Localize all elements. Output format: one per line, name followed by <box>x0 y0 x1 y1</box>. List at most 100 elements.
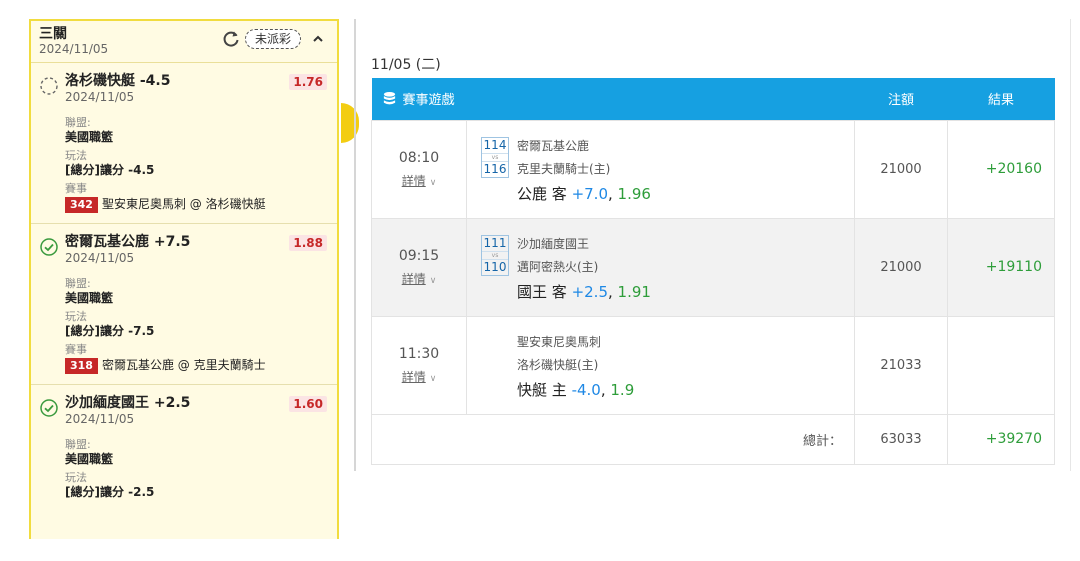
league-value: 美國職籃 <box>65 130 114 144</box>
check-circle-icon <box>40 238 58 256</box>
away-team: 沙加緬度國王 <box>517 236 590 251</box>
panel-toggle-tab[interactable] <box>341 103 359 143</box>
play-value: [總分]讓分 -4.5 <box>65 163 155 177</box>
event-id-badge: 342 <box>65 197 98 213</box>
bet-title: 密爾瓦基公鹿 +7.5 <box>65 234 191 250</box>
pick-handicap: +2.5 <box>571 282 608 301</box>
bet-history-table: 賽事遊戲 注額 結果 08:10 詳情 ∨ 114 vs 116 密爾瓦基公鹿 克… <box>371 78 1055 465</box>
match-cell: 111 vs 110 沙加緬度國王 邁阿密熱火(主) 國王 客 +2.5, 1.… <box>466 217 855 317</box>
league-value: 美國職籃 <box>65 291 114 305</box>
away-team: 密爾瓦基公鹿 <box>517 138 590 153</box>
play-label: 玩法 <box>65 149 87 162</box>
table-row: 08:10 詳情 ∨ 114 vs 116 密爾瓦基公鹿 克里夫蘭騎士(主) 公鹿… <box>371 119 1055 219</box>
bet-odds: 1.60 <box>289 396 327 412</box>
result-cell <box>947 315 1055 415</box>
league-label: 聯盟: <box>65 438 91 451</box>
event-name: 密爾瓦基公鹿 @ 克里夫蘭騎士 <box>101 358 266 372</box>
parlay-slip-panel: 三關 2024/11/05 未派彩 1.76 洛杉磯快艇 -4.5 2024/1… <box>29 19 339 539</box>
home-id: 116 <box>483 162 507 176</box>
day-label: 11/05 (二) <box>371 57 441 73</box>
total-result: +39270 <box>947 413 1055 465</box>
time-cell: 11:30 詳情 ∨ <box>371 315 467 415</box>
chevron-up-icon[interactable] <box>309 30 327 48</box>
detail-link[interactable]: 詳情 ∨ <box>402 172 437 189</box>
time-cell: 08:10 詳情 ∨ <box>371 119 467 219</box>
amount-cell: 21000 <box>854 119 948 219</box>
chevron-down-icon: ∨ <box>429 275 437 286</box>
match-cell: 114 vs 116 密爾瓦基公鹿 克里夫蘭騎士(主) 公鹿 客 +7.0, 1… <box>466 119 855 219</box>
team-id-box: 114 vs 116 <box>481 137 509 178</box>
detail-link[interactable]: 詳情 ∨ <box>402 270 437 287</box>
result-cell: +20160 <box>947 119 1055 219</box>
pick-team: 國王 客 <box>517 282 567 301</box>
bet-title: 沙加緬度國王 +2.5 <box>65 395 191 411</box>
table-row: 11:30 詳情 ∨ 聖安東尼奧馬刺 洛杉磯快艇(主) 快艇 主 -4.0, 1.… <box>371 315 1055 415</box>
database-icon <box>383 92 395 105</box>
right-divider <box>1070 19 1071 471</box>
header-amount: 注額 <box>854 78 948 120</box>
chevron-down-icon: ∨ <box>429 373 437 384</box>
total-amount: 63033 <box>854 413 948 465</box>
table-header: 賽事遊戲 注額 結果 <box>371 78 1055 120</box>
total-row: 總計： 63033 +39270 <box>371 413 1055 465</box>
play-value: [總分]讓分 -2.5 <box>65 485 155 499</box>
event-line: 342 聖安東尼奧馬刺 @ 洛杉磯快艇 <box>65 196 327 213</box>
match-cell: 聖安東尼奧馬刺 洛杉磯快艇(主) 快艇 主 -4.0, 1.9 <box>466 315 855 415</box>
play-value: [總分]讓分 -7.5 <box>65 324 155 338</box>
event-line: 318 密爾瓦基公鹿 @ 克里夫蘭騎士 <box>65 357 327 374</box>
detail-link[interactable]: 詳情 ∨ <box>402 368 437 385</box>
panel-divider <box>354 19 356 471</box>
team-id-box: 111 vs 110 <box>481 235 509 276</box>
pick-handicap: -4.0 <box>571 380 601 399</box>
pick-line: 公鹿 客 +7.0, 1.96 <box>517 184 651 203</box>
pick-handicap: +7.0 <box>571 184 608 203</box>
chevron-down-icon: ∨ <box>429 177 437 188</box>
league-label: 聯盟: <box>65 277 91 290</box>
amount-cell: 21033 <box>854 315 948 415</box>
home-id: 110 <box>483 260 507 274</box>
header-game: 賽事遊戲 <box>371 78 855 120</box>
time-cell: 09:15 詳情 ∨ <box>371 217 467 317</box>
header-game-label: 賽事遊戲 <box>402 93 455 109</box>
home-team: 邁阿密熱火(主) <box>517 259 599 274</box>
play-label: 玩法 <box>65 471 87 484</box>
game-time: 09:15 <box>398 247 440 264</box>
pick-line: 國王 客 +2.5, 1.91 <box>517 282 651 301</box>
bet-item: 1.88 密爾瓦基公鹿 +7.5 2024/11/05 聯盟: 美國職籃 玩法 … <box>31 224 337 385</box>
bet-item: 1.60 沙加緬度國王 +2.5 2024/11/05 聯盟: 美國職籃 玩法 … <box>31 385 337 509</box>
amount-cell: 21000 <box>854 217 948 317</box>
bet-date: 2024/11/05 <box>65 251 135 265</box>
pending-circle-icon <box>40 77 58 95</box>
game-time: 08:10 <box>398 149 440 166</box>
check-circle-icon <box>40 399 58 417</box>
home-team: 洛杉磯快艇(主) <box>517 357 599 372</box>
bet-odds: 1.88 <box>289 235 327 251</box>
slip-header: 三關 2024/11/05 未派彩 <box>31 21 337 63</box>
bet-title: 洛杉磯快艇 -4.5 <box>65 73 171 89</box>
away-team: 聖安東尼奧馬刺 <box>517 334 602 349</box>
league-value: 美國職籃 <box>65 452 114 466</box>
game-time: 11:30 <box>398 345 440 362</box>
result-cell: +19110 <box>947 217 1055 317</box>
event-id-badge: 318 <box>65 358 98 374</box>
bet-item: 1.76 洛杉磯快艇 -4.5 2024/11/05 聯盟: 美國職籃 玩法 [… <box>31 63 337 224</box>
vs-label: vs <box>482 153 508 162</box>
away-id: 111 <box>483 236 507 250</box>
play-label: 玩法 <box>65 310 87 323</box>
bet-date: 2024/11/05 <box>65 412 135 426</box>
pick-odds: 1.9 <box>610 380 635 399</box>
pick-odds: 1.91 <box>617 282 651 301</box>
home-team: 克里夫蘭騎士(主) <box>517 161 611 176</box>
event-label: 賽事 <box>65 343 87 356</box>
pick-odds: 1.96 <box>617 184 651 203</box>
pick-team: 快艇 主 <box>517 380 567 399</box>
league-label: 聯盟: <box>65 116 91 129</box>
event-name: 聖安東尼奧馬刺 @ 洛杉磯快艇 <box>101 197 266 211</box>
bet-odds: 1.76 <box>289 74 327 90</box>
header-result: 結果 <box>947 78 1055 120</box>
pending-payout-badge: 未派彩 <box>245 29 301 49</box>
table-row: 09:15 詳情 ∨ 111 vs 110 沙加緬度國王 邁阿密熱火(主) 國王 … <box>371 217 1055 317</box>
refresh-icon[interactable] <box>221 29 241 49</box>
bet-date: 2024/11/05 <box>65 90 135 104</box>
event-label: 賽事 <box>65 182 87 195</box>
